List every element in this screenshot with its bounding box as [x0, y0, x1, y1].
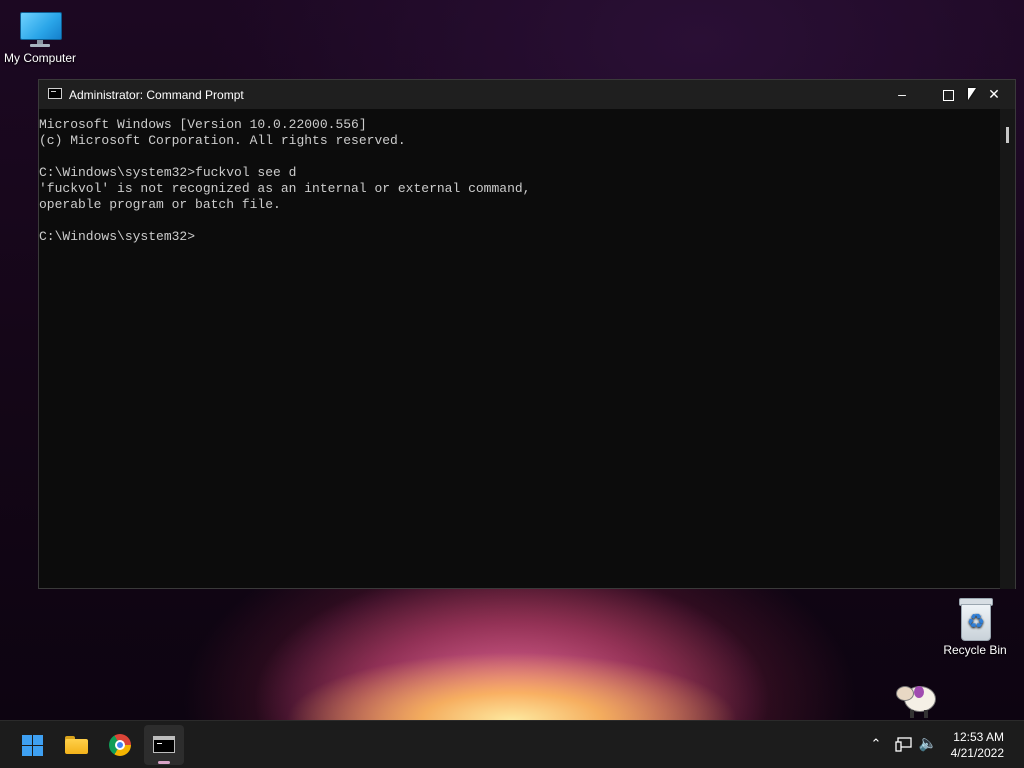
- console-prompt-line[interactable]: C:\Windows\system32>: [39, 229, 1001, 245]
- minimize-button[interactable]: –: [879, 80, 925, 109]
- desktop-icon-label: Recycle Bin: [943, 643, 1007, 657]
- scrollbar-thumb[interactable]: [1006, 127, 1009, 143]
- sheep-pet-icon[interactable]: [896, 680, 942, 720]
- chrome-icon: [109, 734, 131, 756]
- maximize-button[interactable]: [925, 80, 971, 109]
- console-line: Microsoft Windows [Version 10.0.22000.55…: [39, 117, 367, 132]
- desktop-icon-my-computer[interactable]: My Computer: [0, 10, 80, 65]
- console-line: (c) Microsoft Corporation. All rights re…: [39, 133, 406, 148]
- console-output[interactable]: Microsoft Windows [Version 10.0.22000.55…: [39, 109, 1001, 589]
- console-line: C:\Windows\system32>fuckvol see d: [39, 165, 297, 180]
- volume-icon[interactable]: 🔈: [917, 733, 939, 755]
- folder-icon: [65, 736, 88, 754]
- clock-date: 4/21/2022: [950, 746, 1004, 760]
- computer-icon: [18, 10, 62, 48]
- window-title: Administrator: Command Prompt: [69, 88, 244, 102]
- desktop-icon-recycle-bin[interactable]: ♻ Recycle Bin: [935, 598, 1015, 657]
- taskbar-clock[interactable]: 12:53 AM 4/21/2022: [951, 729, 1004, 761]
- console-line: 'fuckvol' is not recognized as an intern…: [39, 181, 531, 196]
- start-button[interactable]: [12, 725, 52, 765]
- command-prompt-icon: [153, 736, 175, 753]
- close-button[interactable]: ✕: [971, 80, 1017, 109]
- maximize-icon: [942, 89, 954, 101]
- taskbar: ⌃ 🔈 12:53 AM 4/21/2022: [0, 720, 1024, 768]
- command-prompt-icon: [48, 88, 62, 99]
- taskbar-command-prompt[interactable]: [144, 725, 184, 765]
- vertical-scrollbar[interactable]: [1000, 109, 1015, 589]
- show-hidden-icons-chevron-icon[interactable]: ⌃: [865, 733, 887, 755]
- taskbar-chrome[interactable]: [100, 725, 140, 765]
- console-line: operable program or batch file.: [39, 197, 281, 212]
- window-titlebar[interactable]: Administrator: Command Prompt – ✕: [39, 80, 1015, 109]
- clock-time: 12:53 AM: [953, 730, 1004, 744]
- taskbar-file-explorer[interactable]: [56, 725, 96, 765]
- running-indicator: [158, 761, 170, 764]
- recycle-bin-icon: ♻: [958, 598, 993, 641]
- network-icon[interactable]: [893, 733, 915, 760]
- desktop-icon-label: My Computer: [3, 51, 77, 65]
- windows-logo-icon: [22, 735, 43, 756]
- mouse-cursor-icon: [968, 88, 976, 100]
- command-prompt-window[interactable]: Administrator: Command Prompt – ✕ Micros…: [38, 79, 1016, 589]
